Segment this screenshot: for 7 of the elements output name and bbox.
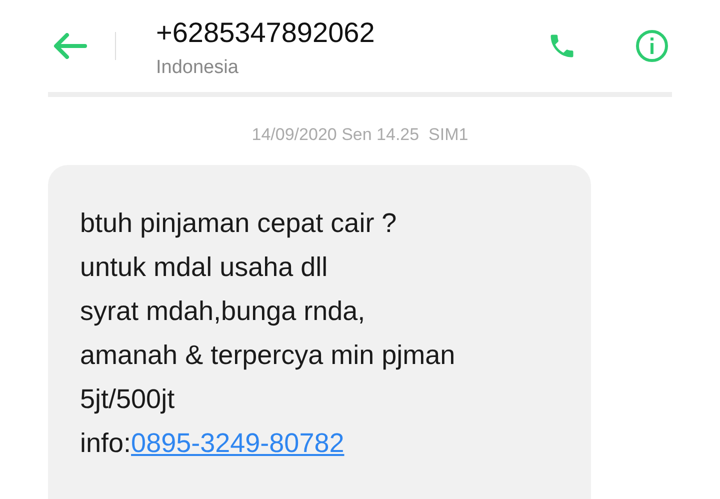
back-arrow-icon xyxy=(53,33,87,59)
contact-country: Indonesia xyxy=(156,57,240,79)
phone-link[interactable]: 0895-3249-80782 xyxy=(131,428,344,458)
message-text: btuh pinjaman cepat cair ? untuk mdal usaha dll syrat mdah,bunga rnda, amanah & terpercya min pjman 5jt/500jt info:0895-3249-80782 xyxy=(80,207,456,460)
info-icon xyxy=(635,29,669,63)
message-timestamp: 14/09/2020 Sen 14.25 SIM1 xyxy=(252,125,468,145)
contact-number: +6285347892062 xyxy=(156,17,376,49)
